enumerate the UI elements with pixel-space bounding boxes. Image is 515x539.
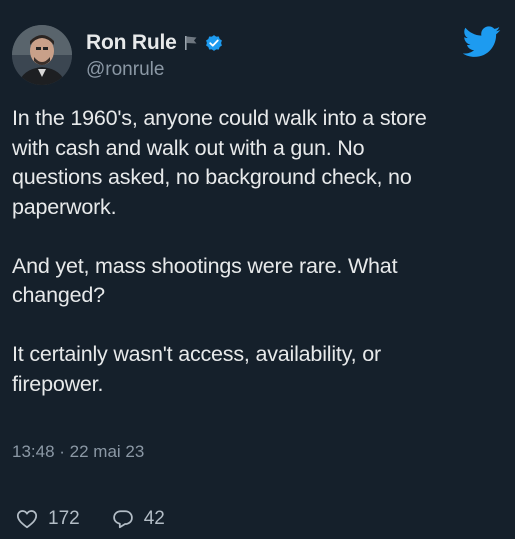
display-name[interactable]: Ron Rule (86, 31, 177, 55)
avatar-image (12, 25, 72, 85)
tweet-paragraph-1: In the 1960's, anyone could walk into a … (12, 106, 427, 219)
tweet-card: Ron Rule @ronrule In the 1960's, anyone … (0, 0, 515, 539)
author-info: Ron Rule @ronrule (86, 29, 224, 81)
tweet-header: Ron Rule @ronrule (12, 24, 224, 86)
reply-count: 42 (143, 508, 165, 529)
heart-icon (16, 510, 38, 529)
name-row: Ron Rule (86, 29, 224, 57)
reply-bubble-icon (112, 510, 133, 529)
verified-badge-icon (205, 35, 222, 51)
handle[interactable]: @ronrule (86, 59, 224, 81)
like-button[interactable]: 172 (16, 508, 80, 530)
tweet-paragraph-3: It certainly wasn't access, availability… (12, 342, 381, 396)
timestamp[interactable]: 13:48 · 22 mai 23 (12, 442, 144, 462)
flag-icon (184, 36, 197, 50)
like-count: 172 (48, 508, 80, 529)
reply-button[interactable]: 42 (112, 508, 165, 530)
tweet-text: In the 1960's, anyone could walk into a … (12, 104, 502, 429)
avatar[interactable] (12, 25, 72, 85)
tweet-paragraph-2: And yet, mass shootings were rare. What … (12, 253, 398, 308)
action-bar: 172 42 (16, 508, 197, 530)
twitter-bird-icon[interactable] (463, 26, 501, 58)
